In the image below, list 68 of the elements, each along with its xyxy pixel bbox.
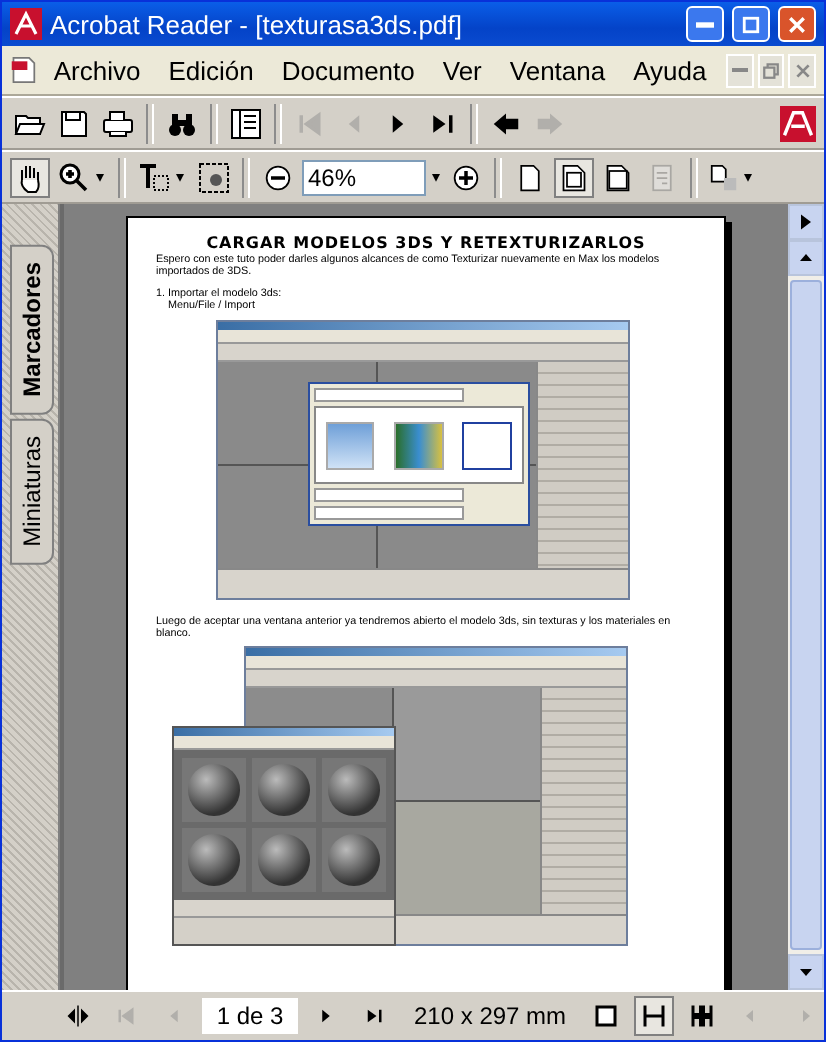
caret-icon [94,173,106,181]
minimize-button[interactable] [686,6,724,42]
page-size-label: 210 x 297 mm [414,1002,567,1030]
close-icon [788,15,806,33]
close-button[interactable] [788,53,816,87]
navigation-pane-button[interactable] [226,103,266,143]
minimize-icon [732,68,749,72]
facing-pages-icon [690,1004,715,1028]
split-arrows-icon [66,1004,90,1028]
document-heading: CARGAR MODELOS 3DS Y RETEXTURIZARLOS [204,238,648,250]
restore-icon [762,61,781,79]
view-button[interactable] [554,157,594,197]
menu-item[interactable]: Ventana [497,51,618,89]
caret-icon [174,173,186,181]
window-title: Acrobat Reader - [texturasa3ds.pdf] [50,9,464,39]
side-tab[interactable]: Miniaturas [10,418,54,566]
layout-button[interactable] [634,996,675,1036]
continuous-page-icon [642,1004,667,1028]
zoom-field[interactable]: 46% [302,159,426,195]
brand-logo-icon [780,103,816,143]
right-arrow-icon [796,212,816,232]
maximize-button[interactable] [732,6,770,42]
scrollbar-thumb[interactable] [790,280,822,950]
app-logo-icon [10,8,42,40]
down-arrow-icon [798,964,814,980]
close-button[interactable] [778,6,816,42]
first-page-icon [116,1006,136,1026]
plus-circle-icon [452,163,480,191]
page-icon [516,163,544,191]
page-number-field[interactable]: 1 de 3 [202,998,298,1034]
scroll-up-button[interactable] [788,240,824,276]
fit-width-icon [604,163,632,191]
snapshot-icon [198,161,230,193]
fit-page-icon [560,163,588,191]
next-page-button[interactable] [788,204,824,240]
snapshot-button[interactable] [194,157,234,197]
scroll-down-button[interactable] [788,954,824,990]
last-page-icon [428,109,456,137]
caret-icon [742,173,754,181]
menu-item[interactable]: Archivo [41,51,153,89]
up-arrow-icon [798,250,814,266]
menu-item[interactable]: Ayuda [621,51,719,89]
reflow-icon [648,163,676,191]
menu-item[interactable]: Edición [156,51,266,89]
close-icon [793,61,812,79]
minimize-icon [696,21,714,27]
last-page-icon [364,1006,384,1026]
minimize-button[interactable] [726,53,754,87]
maximize-icon [742,15,760,33]
panel-icon [230,107,262,139]
right-arrow-icon [798,1008,815,1024]
minus-circle-icon [264,163,292,191]
hand-tool-button[interactable] [10,157,50,197]
menu-item[interactable]: Documento [269,51,427,89]
side-tab[interactable]: Marcadores [10,244,54,415]
caret-icon [430,173,442,181]
zoom-in-icon [58,161,90,193]
left-arrow-icon [742,1008,759,1024]
pdf-document-icon [10,52,38,88]
left-arrow-icon [492,109,520,137]
text-select-icon [138,161,170,193]
pages-icon [710,163,738,191]
first-page-icon [296,109,324,137]
menu-item[interactable]: Ver [430,51,494,89]
right-arrow-icon [536,109,564,137]
printer-icon [102,107,134,139]
restore-button[interactable] [757,53,785,87]
single-page-icon [594,1004,619,1028]
